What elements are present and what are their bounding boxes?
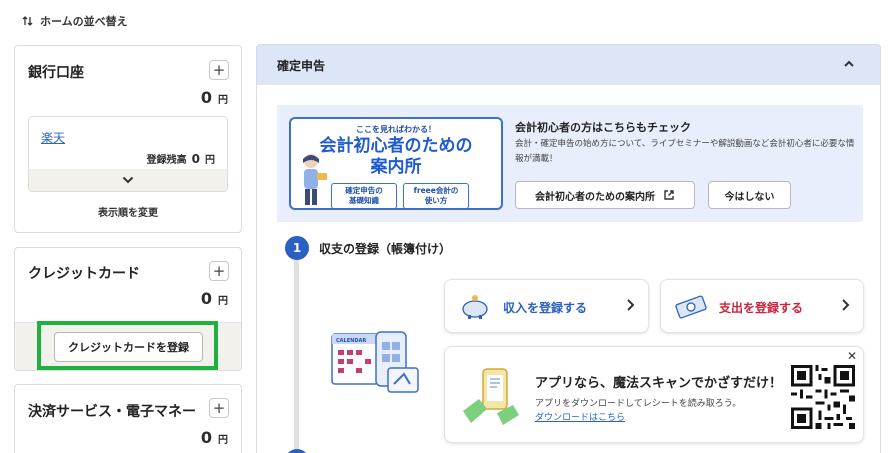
home-sort-link[interactable]: ホームの並べ替え bbox=[22, 13, 128, 29]
bank-balance-unit: 円 bbox=[205, 155, 215, 166]
bank-account-list: 楽天 登録残高 0 円 bbox=[28, 116, 228, 192]
bank-account-card: 銀行口座 + 0 円 楽天 登録残高 0 円 表示順を変更 bbox=[14, 45, 242, 233]
beginner-info-title: 会計初心者の方はこちらもチェック bbox=[515, 121, 691, 134]
tax-return-title: 確定申告 bbox=[277, 58, 326, 73]
external-link-icon bbox=[664, 190, 674, 200]
add-bank-button[interactable]: + bbox=[209, 60, 229, 80]
plus-icon: + bbox=[212, 261, 226, 280]
beginner-info-box: ここを見ればわかる！ 会計初心者のための 案内所 確定申告の 基礎知識 free… bbox=[277, 105, 863, 222]
bank-account-link[interactable]: 楽天 bbox=[41, 129, 65, 146]
plus-icon: + bbox=[212, 60, 226, 79]
qr-code-icon bbox=[791, 365, 855, 429]
add-payment-service-button[interactable]: + bbox=[209, 398, 229, 418]
beginner-guide-label: 会計初心者のための案内所 bbox=[535, 191, 655, 203]
beginner-guide-banner[interactable]: ここを見ればわかる！ 会計初心者のための 案内所 確定申告の 基礎知識 free… bbox=[289, 117, 503, 210]
payment-total-amount: 0 bbox=[200, 428, 212, 447]
register-expense-card[interactable]: 支出を登録する bbox=[660, 279, 864, 333]
payment-total-unit: 円 bbox=[218, 435, 228, 446]
step-1-title: 収支の登録（帳簿付け） bbox=[319, 242, 452, 256]
payment-service-card: 決済サービス・電子マネー + 0 円 bbox=[14, 384, 242, 453]
banner-tags: 確定申告の 基礎知識 freee会計の 使い方 bbox=[331, 183, 469, 208]
plus-icon: + bbox=[212, 398, 226, 417]
register-income-card[interactable]: 収入を登録する bbox=[444, 279, 649, 333]
bank-account-title: 銀行口座 bbox=[28, 65, 84, 81]
chevron-right-icon bbox=[842, 299, 850, 311]
step-1-badge: 1 bbox=[285, 236, 309, 260]
payment-total: 0 円 bbox=[201, 428, 228, 447]
calendar-label: CALENDAR bbox=[336, 338, 366, 344]
bank-balance-amount: 0 bbox=[191, 152, 200, 166]
credit-total-amount: 0 bbox=[200, 289, 212, 308]
not-now-button[interactable]: 今はしない bbox=[708, 181, 791, 209]
app-promo-card: アプリなら、魔法スキャンでかざすだけ！ アプリをダウンロードしてレシートを読み取… bbox=[444, 346, 864, 443]
chevron-down-icon bbox=[122, 176, 134, 184]
piggy-bank-icon bbox=[462, 295, 488, 319]
step-timeline bbox=[294, 259, 299, 453]
sort-icon bbox=[22, 16, 33, 26]
bank-expand-button[interactable] bbox=[29, 169, 227, 191]
tax-return-panel: 確定申告 ここを見ればわかる！ 会計初心者のための 案内所 確定申告の 基礎知識… bbox=[256, 44, 881, 453]
bank-account-balance: 登録残高 0 円 bbox=[147, 151, 215, 166]
credit-total: 0 円 bbox=[201, 289, 228, 308]
home-sort-label: ホームの並べ替え bbox=[40, 15, 128, 28]
chevron-right-icon bbox=[627, 299, 635, 311]
step-2-badge: 2 bbox=[285, 449, 309, 453]
person-illustration-icon bbox=[303, 154, 327, 205]
register-income-label: 収入を登録する bbox=[503, 301, 588, 315]
banner-subtitle: ここを見ればわかる！ bbox=[356, 125, 436, 134]
chevron-up-icon[interactable] bbox=[842, 57, 856, 71]
app-promo-title: アプリなら、魔法スキャンでかざすだけ！ bbox=[535, 376, 783, 391]
app-download-link[interactable]: ダウンロードはこちら bbox=[535, 410, 625, 423]
add-credit-card-plus-button[interactable]: + bbox=[209, 261, 229, 281]
close-icon[interactable]: ✕ bbox=[847, 349, 857, 363]
credit-total-unit: 円 bbox=[218, 296, 228, 307]
bank-total-unit: 円 bbox=[218, 95, 228, 106]
phone-scan-illustration bbox=[463, 368, 519, 425]
register-credit-card-button[interactable]: クレジットカードを登録 bbox=[54, 332, 203, 362]
tax-return-header[interactable]: 確定申告 bbox=[257, 45, 880, 85]
payment-service-title: 決済サービス・電子マネー bbox=[28, 404, 196, 420]
banner-tag-usage: freee会計の 使い方 bbox=[403, 183, 469, 208]
bank-balance-label: 登録残高 bbox=[146, 155, 187, 166]
reorder-link[interactable]: 表示順を変更 bbox=[15, 204, 241, 219]
beginner-info-description: 会計・確定申告の始め方について、ライブセミナーや解説動画など会計初心者に必要な情… bbox=[515, 139, 855, 164]
beginner-guide-button[interactable]: 会計初心者のための案内所 bbox=[515, 181, 695, 209]
bank-total-amount: 0 bbox=[200, 88, 212, 107]
app-promo-description: アプリをダウンロードしてレシートを読み取ろう。 bbox=[535, 399, 742, 409]
bank-total: 0 円 bbox=[201, 88, 228, 107]
money-bills-icon bbox=[675, 295, 707, 319]
banner-tag-basics: 確定申告の 基礎知識 bbox=[331, 183, 397, 208]
credit-card-title: クレジットカード bbox=[28, 266, 140, 282]
register-expense-label: 支出を登録する bbox=[719, 301, 804, 315]
calendar-phone-illustration: CALENDAR bbox=[331, 331, 419, 393]
